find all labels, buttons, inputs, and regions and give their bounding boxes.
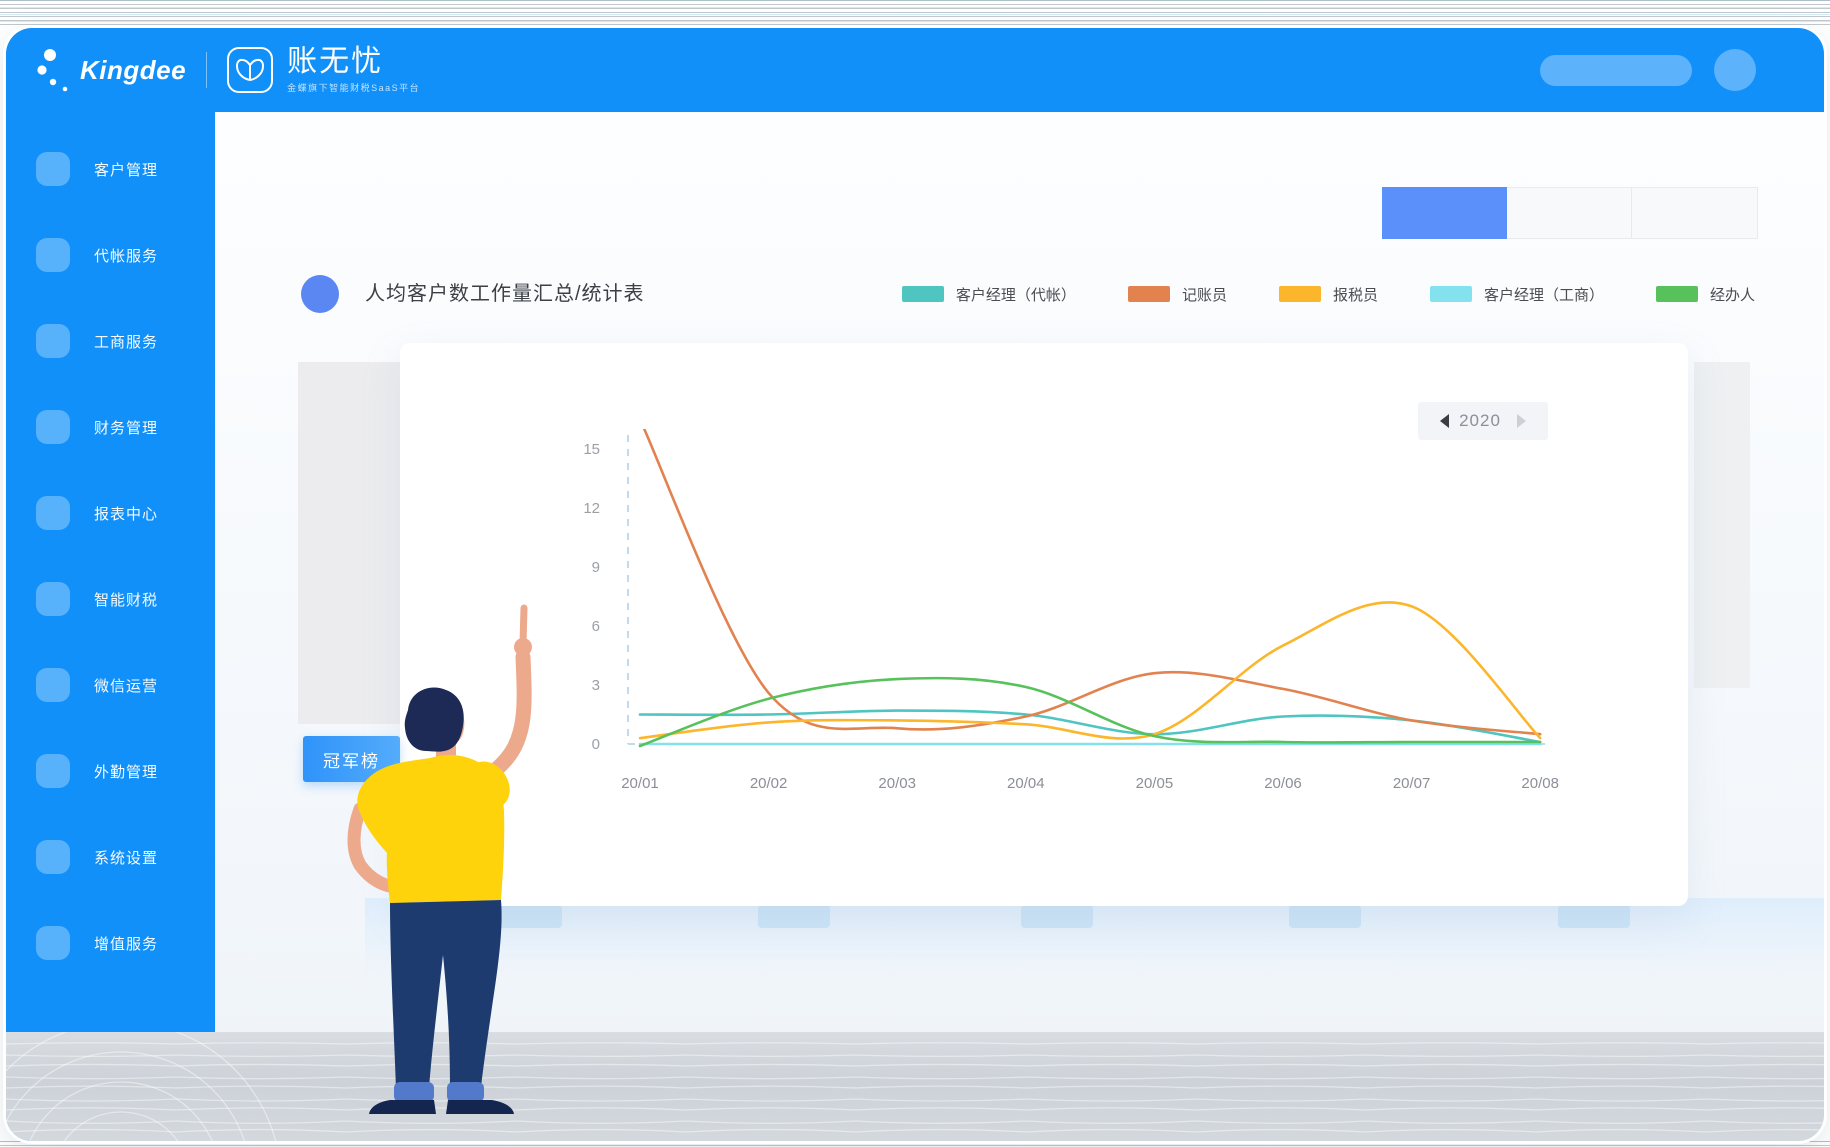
title-dot-icon xyxy=(301,275,339,313)
background-table-bar xyxy=(1289,905,1361,928)
legend-item-1[interactable]: 客户经理（代帐） xyxy=(902,284,1076,305)
butterfly-logo-icon xyxy=(234,56,266,84)
menu-icon-placeholder xyxy=(36,840,70,874)
background-table-bar xyxy=(1021,905,1093,928)
chart-card: 0 3 6 9 12 15 20/01 20/02 20/03 20/04 20/05 20/06 20… xyxy=(400,343,1688,906)
sidebar-item-8[interactable]: 外勤管理 xyxy=(6,728,215,814)
view-toggle-segment-2[interactable] xyxy=(1507,187,1633,239)
sidebar-item-label: 外勤管理 xyxy=(94,761,158,782)
sidebar-item-4[interactable]: 财务管理 xyxy=(6,384,215,470)
menu-icon-placeholder xyxy=(36,754,70,788)
svg-text:0: 0 xyxy=(592,736,600,753)
header-right xyxy=(1540,49,1824,91)
menu-icon-placeholder xyxy=(36,496,70,530)
svg-text:20/05: 20/05 xyxy=(1136,775,1174,792)
background-table-bar xyxy=(758,905,830,928)
sidebar-item-5[interactable]: 报表中心 xyxy=(6,470,215,556)
svg-text:20/07: 20/07 xyxy=(1393,775,1431,792)
sidebar-item-label: 报表中心 xyxy=(94,503,158,524)
search-placeholder-pill[interactable] xyxy=(1540,55,1692,86)
legend-label: 客户经理（代帐） xyxy=(956,284,1076,305)
sidebar-item-9[interactable]: 系统设置 xyxy=(6,814,215,900)
legend-swatch xyxy=(1430,286,1472,302)
header-divider xyxy=(206,52,207,88)
legend-label: 经办人 xyxy=(1710,284,1755,305)
product-tagline: 金蝶旗下智能财税SaaS平台 xyxy=(287,81,420,94)
sidebar-item-label: 智能财税 xyxy=(94,589,158,610)
chart-legend: 客户经理（代帐） 记账员 报税员 客户经理（工商） 经办人 xyxy=(902,278,1755,310)
svg-text:12: 12 xyxy=(583,500,600,517)
sidebar-item-2[interactable]: 代帐服务 xyxy=(6,212,215,298)
legend-swatch xyxy=(1656,286,1698,302)
background-table-bar xyxy=(1558,905,1630,928)
svg-text:20/04: 20/04 xyxy=(1007,775,1045,792)
sidebar-item-label: 客户管理 xyxy=(94,159,158,180)
legend-label: 客户经理（工商） xyxy=(1484,284,1604,305)
sidebar-menu: 客户管理代帐服务工商服务财务管理报表中心智能财税微信运营外勤管理系统设置增值服务 xyxy=(6,112,215,1141)
sidebar-item-label: 系统设置 xyxy=(94,847,158,868)
sidebar-item-6[interactable]: 智能财税 xyxy=(6,556,215,642)
legend-item-3[interactable]: 报税员 xyxy=(1279,284,1378,305)
svg-text:15: 15 xyxy=(583,441,600,458)
year-prev-icon[interactable] xyxy=(1440,414,1449,428)
year-selector: 2020 xyxy=(1418,402,1548,440)
svg-text:20/03: 20/03 xyxy=(878,775,916,792)
legend-label: 记账员 xyxy=(1182,284,1227,305)
legend-swatch xyxy=(1128,286,1170,302)
contour-decoration-bottom xyxy=(0,1141,1830,1147)
svg-text:20/02: 20/02 xyxy=(750,775,788,792)
view-toggle-segment-3[interactable] xyxy=(1632,187,1758,239)
sidebar-item-label: 代帐服务 xyxy=(94,245,158,266)
product-name: 账无忧 xyxy=(287,46,420,78)
menu-icon-placeholder xyxy=(36,410,70,444)
sidebar-item-label: 增值服务 xyxy=(94,933,158,954)
background-placeholder-right xyxy=(1694,362,1750,688)
menu-icon-placeholder xyxy=(36,238,70,272)
sidebar-item-label: 微信运营 xyxy=(94,675,158,696)
app-window: Kingdee 账无忧 金蝶旗下智能财税SaaS平台 客户管理代帐服务工商服务财… xyxy=(6,28,1824,1141)
kingdee-logo-icon xyxy=(36,46,72,94)
user-avatar[interactable] xyxy=(1714,49,1756,91)
year-value: 2020 xyxy=(1459,411,1501,431)
svg-text:3: 3 xyxy=(592,677,600,694)
sidebar-item-1[interactable]: 客户管理 xyxy=(6,126,215,212)
product-logo-box xyxy=(227,47,273,93)
legend-swatch xyxy=(902,286,944,302)
sidebar-item-7[interactable]: 微信运营 xyxy=(6,642,215,728)
app-header: Kingdee 账无忧 金蝶旗下智能财税SaaS平台 xyxy=(6,28,1824,112)
year-next-icon[interactable] xyxy=(1517,414,1526,428)
svg-text:20/01: 20/01 xyxy=(621,775,659,792)
svg-text:20/08: 20/08 xyxy=(1521,775,1559,792)
floor-decoration xyxy=(6,1032,1824,1141)
menu-icon-placeholder xyxy=(36,152,70,186)
sidebar-item-3[interactable]: 工商服务 xyxy=(6,298,215,384)
legend-item-2[interactable]: 记账员 xyxy=(1128,284,1227,305)
view-toggle-segment-1[interactable] xyxy=(1382,187,1507,239)
kingdee-logo-text: Kingdee xyxy=(80,55,186,86)
view-toggle xyxy=(1382,187,1758,239)
legend-label: 报税员 xyxy=(1333,284,1378,305)
svg-text:20/06: 20/06 xyxy=(1264,775,1302,792)
svg-text:9: 9 xyxy=(592,559,600,576)
contour-decoration-top xyxy=(0,0,1830,28)
sidebar-item-label: 财务管理 xyxy=(94,417,158,438)
menu-icon-placeholder xyxy=(36,668,70,702)
page-title: 人均客户数工作量汇总/统计表 xyxy=(365,275,645,313)
svg-text:6: 6 xyxy=(592,618,600,635)
legend-item-5[interactable]: 经办人 xyxy=(1656,284,1755,305)
menu-icon-placeholder xyxy=(36,926,70,960)
legend-item-4[interactable]: 客户经理（工商） xyxy=(1430,284,1604,305)
floor-contour-lines xyxy=(6,1032,1824,1141)
product-title-block: 账无忧 金蝶旗下智能财税SaaS平台 xyxy=(287,46,420,94)
menu-icon-placeholder xyxy=(36,582,70,616)
screenshot-stage: Kingdee 账无忧 金蝶旗下智能财税SaaS平台 客户管理代帐服务工商服务财… xyxy=(0,0,1830,1147)
sidebar-item-10[interactable]: 增值服务 xyxy=(6,900,215,986)
legend-swatch xyxy=(1279,286,1321,302)
menu-icon-placeholder xyxy=(36,324,70,358)
sidebar-item-label: 工商服务 xyxy=(94,331,158,352)
person-illustration xyxy=(290,595,575,1125)
